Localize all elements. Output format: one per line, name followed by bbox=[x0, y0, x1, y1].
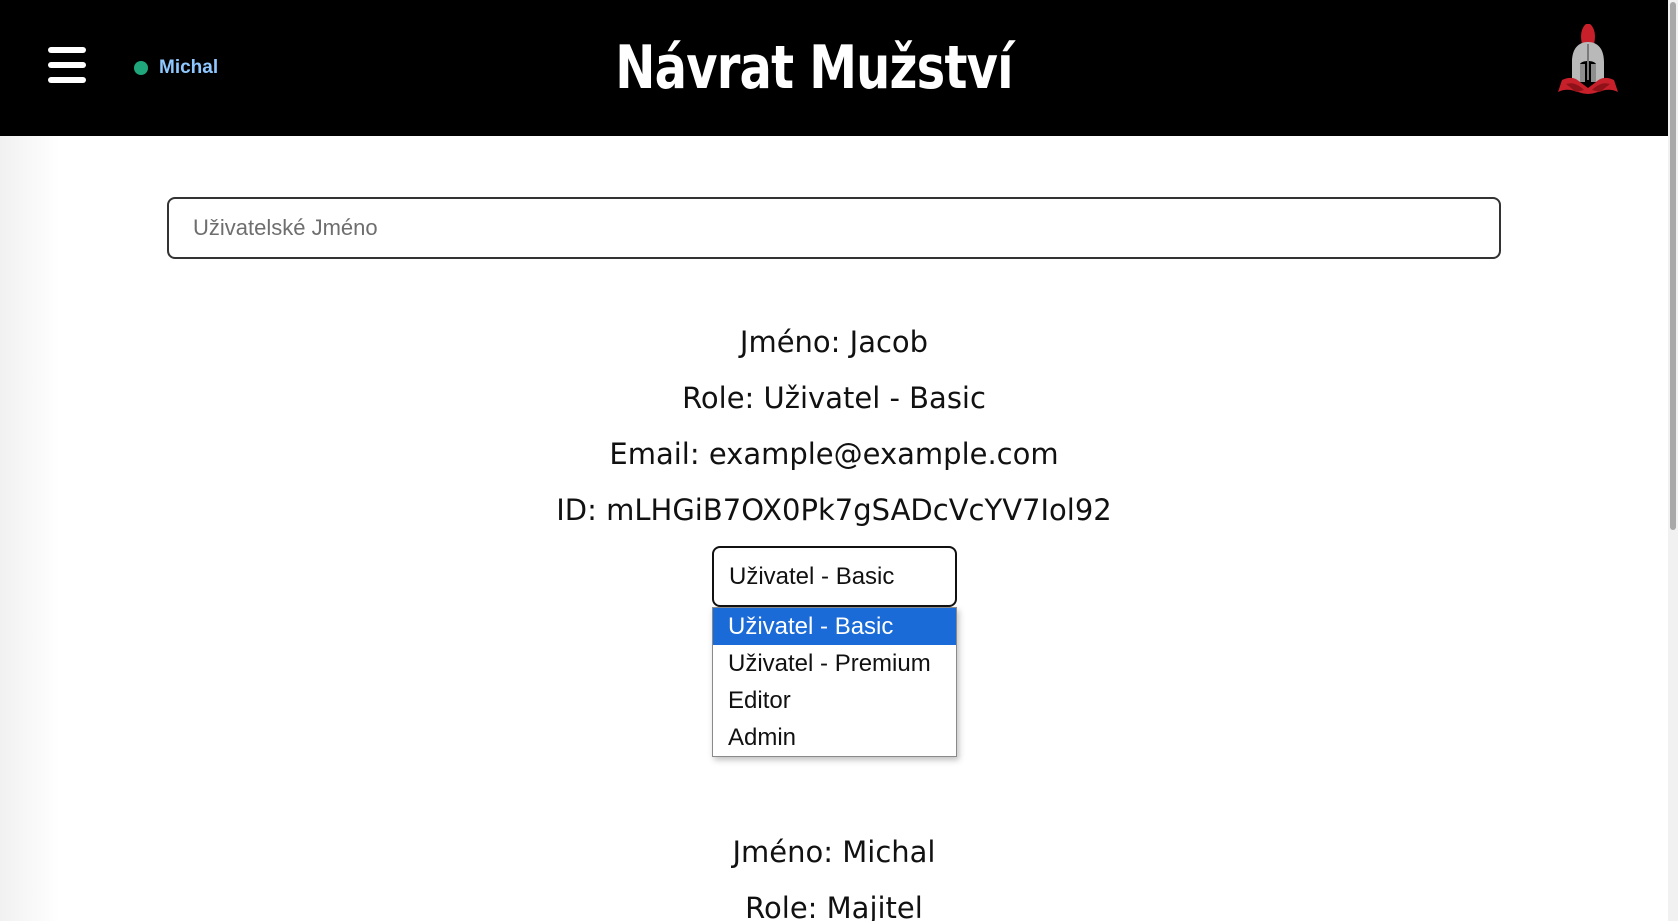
user-role-line: Role: Majitel bbox=[745, 891, 923, 921]
scrollbar-thumb[interactable] bbox=[1670, 2, 1676, 530]
user-email-line: Email: example@example.com bbox=[609, 437, 1059, 471]
role-dropdown-list: Uživatel - Basic Uživatel - Premium Edit… bbox=[712, 607, 957, 757]
role-option-editor[interactable]: Editor bbox=[713, 682, 956, 719]
hamburger-menu-icon[interactable] bbox=[48, 47, 86, 83]
user-name-line: Jméno: Michal bbox=[732, 835, 936, 869]
online-status-dot bbox=[134, 61, 148, 75]
role-option-admin[interactable]: Admin bbox=[713, 719, 956, 756]
admin-users-page: Michal Návrat Mužství Jméno: Jacob Role:… bbox=[0, 0, 1678, 921]
site-title: Návrat Mužství bbox=[615, 33, 1013, 103]
role-option-basic[interactable]: Uživatel - Basic bbox=[713, 608, 956, 645]
role-select[interactable]: Uživatel - Basic bbox=[712, 546, 957, 607]
user-role-line: Role: Uživatel - Basic bbox=[682, 381, 986, 415]
username-search-input[interactable] bbox=[167, 197, 1501, 259]
role-option-premium[interactable]: Uživatel - Premium bbox=[713, 645, 956, 682]
role-select-value: Uživatel - Basic bbox=[729, 562, 895, 590]
user-id-line: ID: mLHGiB7OX0Pk7gSADcVcYV7Iol92 bbox=[556, 493, 1112, 527]
user-name-line: Jméno: Jacob bbox=[739, 325, 929, 359]
spartan-helmet-logo[interactable] bbox=[1556, 22, 1620, 96]
top-navigation-bar: Michal Návrat Mužství bbox=[0, 0, 1668, 136]
